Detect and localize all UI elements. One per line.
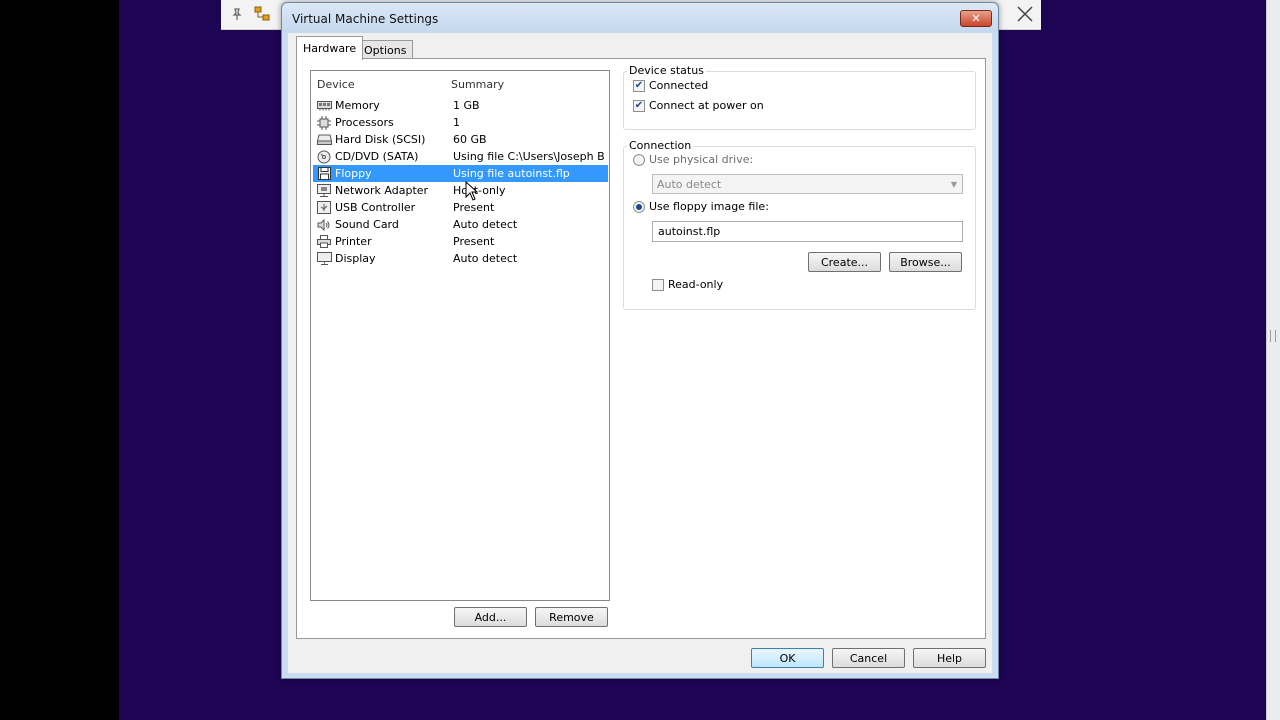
- memory-icon: [316, 99, 332, 113]
- tab-hardware-label: Hardware: [303, 42, 357, 55]
- device-name: USB Controller: [335, 201, 416, 214]
- device-summary: Present: [453, 235, 495, 248]
- connect-at-power-on-label: Connect at power on: [649, 99, 764, 112]
- device-summary: Using file autoinst.flp: [453, 167, 570, 180]
- device-row-memory[interactable]: Memory 1 GB: [313, 97, 608, 114]
- device-row-floppy[interactable]: Floppy Using file autoinst.flp: [313, 165, 608, 182]
- device-list[interactable]: Device Summary Memory 1 GB Processors 1 …: [310, 70, 610, 601]
- device-list-header: Device Summary: [311, 71, 609, 95]
- device-summary: Using file C:\Users\Joseph Bi...: [453, 150, 605, 163]
- device-status-label: Device status: [627, 64, 706, 77]
- column-header-summary[interactable]: Summary: [451, 78, 504, 91]
- cd-dvd-icon: [316, 150, 332, 164]
- device-name: Processors: [335, 116, 394, 129]
- checkbox-empty-icon: [652, 278, 664, 291]
- device-row-printer[interactable]: Printer Present: [313, 233, 608, 250]
- use-physical-drive-radio[interactable]: Use physical drive:: [633, 153, 753, 166]
- close-icon: ✕: [971, 12, 981, 25]
- hard-disk-icon: [316, 133, 332, 147]
- use-floppy-image-radio[interactable]: Use floppy image file:: [633, 200, 769, 213]
- device-row-sound-card[interactable]: Sound Card Auto detect: [313, 216, 608, 233]
- read-only-checkbox[interactable]: Read-only: [652, 278, 723, 291]
- device-summary: Auto detect: [453, 252, 518, 265]
- help-button[interactable]: Help: [913, 648, 986, 668]
- device-name: Memory: [335, 99, 380, 112]
- add-device-button[interactable]: Add...: [454, 607, 527, 627]
- vm-settings-dialog: Virtual Machine Settings ✕ Hardware Opti…: [281, 2, 999, 679]
- column-header-device[interactable]: Device: [317, 78, 355, 91]
- device-summary: 1 GB: [453, 99, 480, 112]
- device-name: Hard Disk (SCSI): [335, 133, 426, 146]
- cancel-button[interactable]: Cancel: [832, 648, 905, 668]
- dialog-close-button[interactable]: ✕: [960, 10, 992, 27]
- remove-device-button[interactable]: Remove: [535, 607, 608, 627]
- connection-label: Connection: [627, 139, 694, 152]
- pin-icon[interactable]: [226, 4, 248, 24]
- device-summary: 1: [453, 116, 460, 129]
- device-name: Display: [335, 252, 376, 265]
- checkmark-icon: ✔: [633, 99, 645, 112]
- background-close-icon[interactable]: [1012, 2, 1038, 26]
- dialog-titlebar[interactable]: Virtual Machine Settings ✕: [282, 3, 998, 33]
- usb-icon: [316, 201, 332, 215]
- processor-icon: [316, 115, 332, 130]
- floppy-image-file-input[interactable]: autoinst.flp: [652, 221, 963, 242]
- device-summary: Auto detect: [453, 218, 518, 231]
- tab-options-label: Options: [364, 43, 407, 57]
- device-row-cd-dvd[interactable]: CD/DVD (SATA) Using file C:\Users\Joseph…: [313, 148, 608, 165]
- create-button[interactable]: Create...: [808, 252, 881, 272]
- floppy-icon: [316, 167, 332, 181]
- hardware-tab-panel: Device Summary Memory 1 GB Processors 1 …: [296, 58, 986, 639]
- device-name: Floppy: [335, 167, 372, 180]
- scrollbar-grip[interactable]: [1270, 330, 1276, 342]
- connected-label: Connected: [649, 79, 709, 92]
- read-only-label: Read-only: [668, 278, 724, 291]
- tab-options[interactable]: Options: [357, 40, 414, 59]
- side-scrollbar[interactable]: [1266, 0, 1280, 720]
- dialog-title: Virtual Machine Settings: [292, 12, 439, 26]
- browse-button[interactable]: Browse...: [889, 252, 962, 272]
- device-row-usb-controller[interactable]: USB Controller Present: [313, 199, 608, 216]
- tab-hardware[interactable]: Hardware: [296, 36, 364, 60]
- radio-empty-icon: [633, 153, 645, 166]
- dialog-client-area: Hardware Options Device Summary Memory 1…: [288, 33, 992, 673]
- speaker-icon: [316, 218, 332, 232]
- device-row-hard-disk[interactable]: Hard Disk (SCSI) 60 GB: [313, 131, 608, 148]
- floppy-image-file-value: autoinst.flp: [658, 225, 721, 238]
- network-adapter-icon: [316, 184, 332, 198]
- connect-at-power-on-checkbox[interactable]: ✔ Connect at power on: [633, 99, 764, 112]
- use-floppy-image-label: Use floppy image file:: [649, 200, 769, 213]
- device-name: CD/DVD (SATA): [335, 150, 419, 163]
- display-icon: [316, 252, 332, 266]
- ok-button[interactable]: OK: [751, 648, 824, 668]
- device-name: Network Adapter: [335, 184, 429, 197]
- printer-icon: [316, 235, 332, 249]
- device-row-network-adapter[interactable]: Network Adapter Host-only: [313, 182, 608, 199]
- device-summary: 60 GB: [453, 133, 487, 146]
- checkmark-icon: ✔: [633, 79, 645, 92]
- connected-checkbox[interactable]: ✔ Connected: [633, 79, 708, 92]
- mouse-pointer-icon: [465, 180, 479, 204]
- device-name: Sound Card: [335, 218, 399, 231]
- device-row-processors[interactable]: Processors 1: [313, 114, 608, 131]
- network-tool-icon[interactable]: [251, 4, 273, 24]
- physical-drive-select[interactable]: Auto detect ▼: [652, 174, 963, 194]
- physical-drive-value: Auto detect: [657, 177, 722, 191]
- device-row-display[interactable]: Display Auto detect: [313, 250, 608, 267]
- device-name: Printer: [335, 235, 372, 248]
- use-physical-drive-label: Use physical drive:: [649, 153, 754, 166]
- chevron-down-icon: ▼: [950, 180, 957, 189]
- radio-selected-icon: [633, 200, 645, 213]
